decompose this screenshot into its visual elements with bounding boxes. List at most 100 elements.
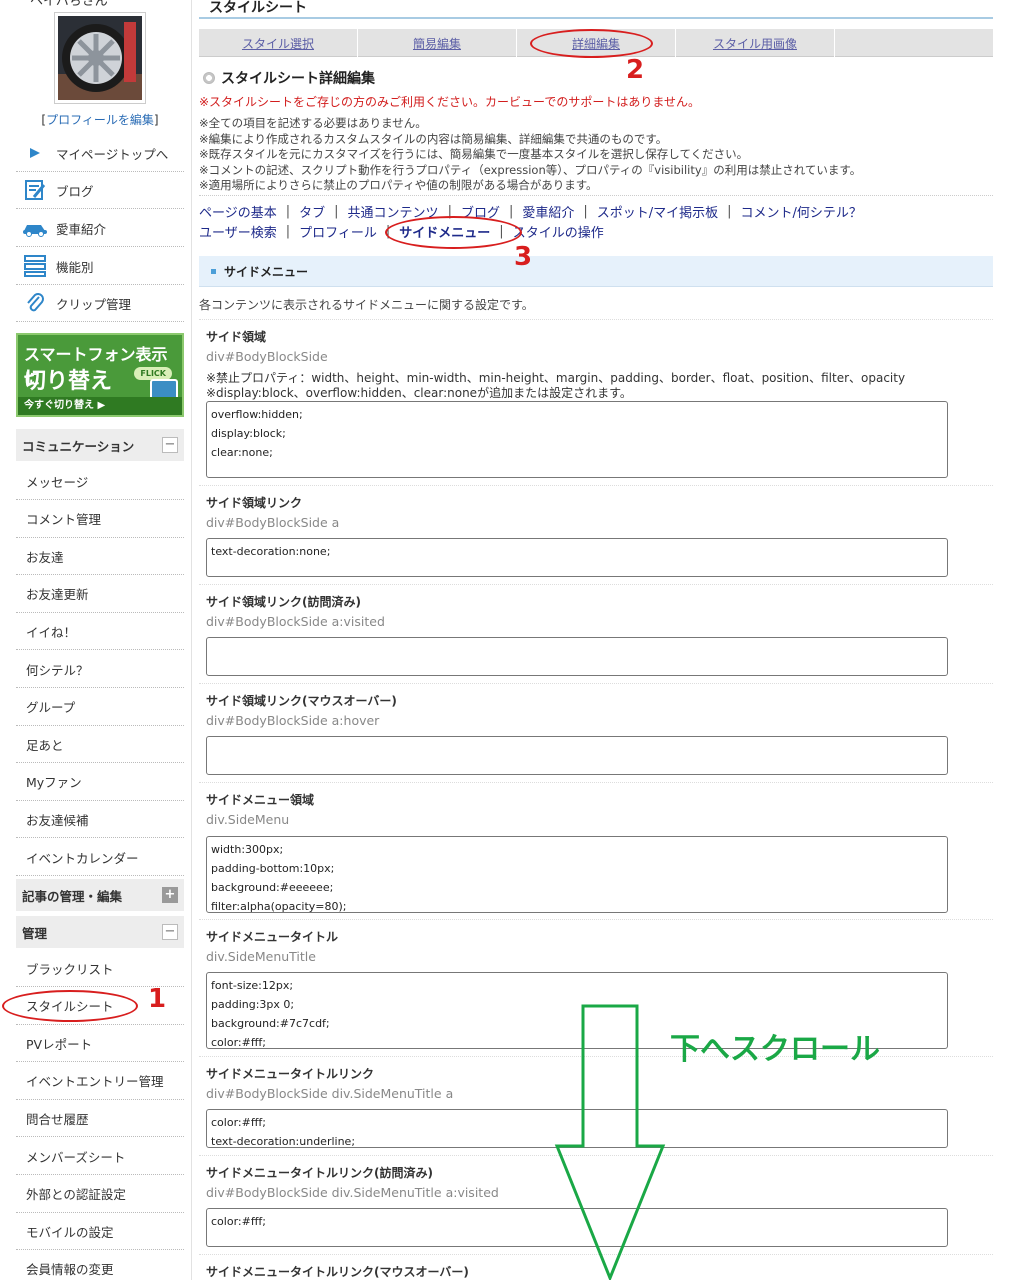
link-separator: | [583, 204, 588, 219]
nav-label: お友達候補 [26, 812, 89, 828]
sidebar-management-item[interactable]: PVレポート [16, 1025, 184, 1063]
support-warning: ※スタイルシートをご存じの方のみご利用ください。カービューでのサポートはありませ… [199, 95, 700, 109]
field-label: サイドメニュータイトルリンク [206, 1067, 375, 1081]
section-communication[interactable]: コミュニケーション − [16, 429, 184, 461]
annotation-ring-stylesheet [2, 990, 138, 1022]
field-label: サイド領域リンク [206, 496, 303, 510]
link-separator: | [285, 204, 291, 219]
tab-simple-edit[interactable]: 簡易編集 [358, 29, 517, 57]
sidebar-management-item[interactable]: メンバーズシート [16, 1138, 184, 1175]
sidebar-communication-item[interactable]: 何シテル？ [16, 651, 184, 688]
username: ヘイハちさん [30, 0, 108, 9]
css-line: color:#fff; [211, 1215, 266, 1228]
css-textarea[interactable]: color:#fff; text-decoration:underline; [206, 1109, 948, 1148]
edit-profile-link[interactable]: プロフィールを編集 [46, 113, 154, 127]
expand-icon[interactable]: + [162, 887, 178, 903]
section-management[interactable]: 管理 − [16, 916, 184, 948]
note-line: ※全ての項目を記述する必要はありません。 [199, 116, 427, 130]
sidebar: ヘイハちさん [プロフィールを編集] マイページトップへ ブログ 愛車紹介 機能… [0, 0, 192, 1280]
field-label: サイドメニュー領域 [206, 793, 315, 807]
css-line: background:#eeeeee; [211, 881, 334, 894]
css-line: color:#fff; [211, 1116, 266, 1129]
field-label: サイド領域 [206, 330, 267, 344]
sidebar-management-item[interactable]: イベントエントリー管理 [16, 1063, 184, 1100]
section-articles[interactable]: 記事の管理・編集 + [16, 879, 184, 911]
style-field: サイド領域リンク(訪問済み) div#BodyBlockSide a:visite… [199, 585, 993, 684]
section-link[interactable]: 愛車紹介 [522, 202, 574, 221]
note-line: ※コメントの記述、スクリプト動作を行うプロパティ（expression等）、プロ… [199, 162, 862, 177]
sidebar-communication-item[interactable]: 足あと [16, 726, 184, 764]
sidebar-communication-item[interactable]: イベントカレンダー [16, 839, 184, 876]
note-line: ※既存スタイルを元にカスタマイズを行うには、簡易編集で一度基本スタイルを選択し保… [199, 147, 749, 161]
css-textarea[interactable]: width:300px; padding-bottom:10px; backgrou… [206, 836, 948, 913]
nav-label: ブラックリスト [26, 961, 114, 977]
nav-blog[interactable]: ブログ [16, 172, 184, 209]
nav-clip[interactable]: クリップ管理 [16, 285, 184, 322]
collapse-icon[interactable]: − [162, 437, 178, 453]
nav-label: メッセージ [26, 474, 89, 490]
nav-label: モバイルの設定 [26, 1224, 114, 1240]
collapse-icon[interactable]: − [162, 924, 178, 940]
field-note: ※禁止プロパティ：width、height、min-width、min-heig… [206, 371, 906, 385]
annotation-ring-detail-tab [530, 29, 653, 58]
section-link[interactable]: タブ [299, 202, 325, 221]
nav-label: イベントエントリー管理 [26, 1074, 164, 1090]
section-header: サイドメニュー [199, 256, 993, 287]
nav-label: 足あと [26, 737, 64, 753]
sidebar-management-item[interactable]: 外部との認証設定 [16, 1176, 184, 1213]
sidebar-communication-item[interactable]: お友達 [16, 538, 184, 576]
link-separator: | [285, 224, 291, 239]
section-link[interactable]: スタイルの操作 [513, 222, 604, 241]
style-field: サイド領域リンク div#BodyBlockSide a text-decorati… [199, 486, 993, 585]
nav-mypage-top[interactable]: マイページトップへ [16, 135, 184, 172]
sidebar-communication-item[interactable]: お友達候補 [16, 801, 184, 839]
field-selector: div#BodyBlockSide a [206, 515, 340, 530]
section-link[interactable]: プロフィール [299, 222, 377, 241]
css-line: text-decoration:underline; [211, 1135, 356, 1148]
clip-icon [22, 292, 48, 314]
css-line: overflow:hidden; [211, 408, 303, 421]
tab-style-images[interactable]: スタイル用画像 [676, 29, 835, 57]
field-selector: div#BodyBlockSide a:hover [206, 713, 380, 728]
sidebar-management-item[interactable]: 問合せ履歴 [16, 1100, 184, 1138]
section-link[interactable]: スポット/マイ掲示板 [597, 202, 718, 221]
field-selector: div#BodyBlockSide div.SideMenuTitle a:vi… [206, 1185, 499, 1200]
field-selector: div.SideMenuTitle [206, 949, 316, 964]
section-link[interactable]: ページの基本 [199, 202, 277, 221]
css-textarea[interactable]: color:#fff; [206, 1208, 948, 1247]
section-link[interactable]: ユーザー検索 [199, 222, 277, 241]
nav-functions[interactable]: 機能別 [16, 248, 184, 285]
nav-label: Myファン [26, 775, 82, 791]
sidebar-communication-item[interactable]: グループ [16, 689, 184, 726]
sidebar-communication-item[interactable]: コメント管理 [16, 501, 184, 538]
section-title: サイドメニュー [224, 264, 309, 279]
avatar[interactable] [54, 12, 146, 104]
section-link[interactable]: コメント/何シテル？ [741, 202, 862, 221]
css-textarea[interactable] [206, 736, 948, 775]
sidebar-communication-item[interactable]: お友達更新 [16, 576, 184, 613]
nav-label: メンバーズシート [26, 1149, 126, 1165]
list-icon [22, 255, 48, 277]
sidebar-management-item[interactable]: 会員情報の変更 [16, 1251, 184, 1280]
sidebar-communication-item[interactable]: イイね！ [16, 613, 184, 651]
nav-car[interactable]: 愛車紹介 [16, 210, 184, 247]
section-description: 各コンテンツに表示されるサイドメニューに関する設定です。 [199, 296, 993, 320]
sidebar-communication-item[interactable]: メッセージ [16, 463, 184, 500]
banner-line2: 切り替え [24, 369, 113, 394]
sidebar-management-item[interactable]: ブラックリスト [16, 950, 184, 987]
link-separator: | [508, 204, 514, 219]
page-title: スタイルシート [199, 0, 993, 19]
css-textarea[interactable]: overflow:hidden; display:block; clear:none… [206, 401, 948, 478]
field-label: サイド領域リンク(訪問済み) [206, 595, 361, 609]
field-selector: div.SideMenu [206, 812, 290, 827]
smartphone-switch-banner[interactable]: スマートフォン表示に 切り替え FLICK 今すぐ切り替え ▶ [16, 333, 184, 417]
sidebar-management-item[interactable]: モバイルの設定 [16, 1213, 184, 1251]
tab-style-select[interactable]: スタイル選択 [199, 29, 358, 57]
nav-label: 問合せ履歴 [26, 1111, 89, 1127]
nav-label: 愛車紹介 [56, 221, 107, 237]
field-selector: div#BodyBlockSide a:visited [206, 614, 385, 629]
section-title: 記事の管理・編集 [22, 888, 123, 904]
sidebar-communication-item[interactable]: Myファン [16, 764, 184, 801]
css-textarea[interactable]: text-decoration:none; [206, 538, 948, 577]
css-textarea[interactable] [206, 637, 948, 676]
